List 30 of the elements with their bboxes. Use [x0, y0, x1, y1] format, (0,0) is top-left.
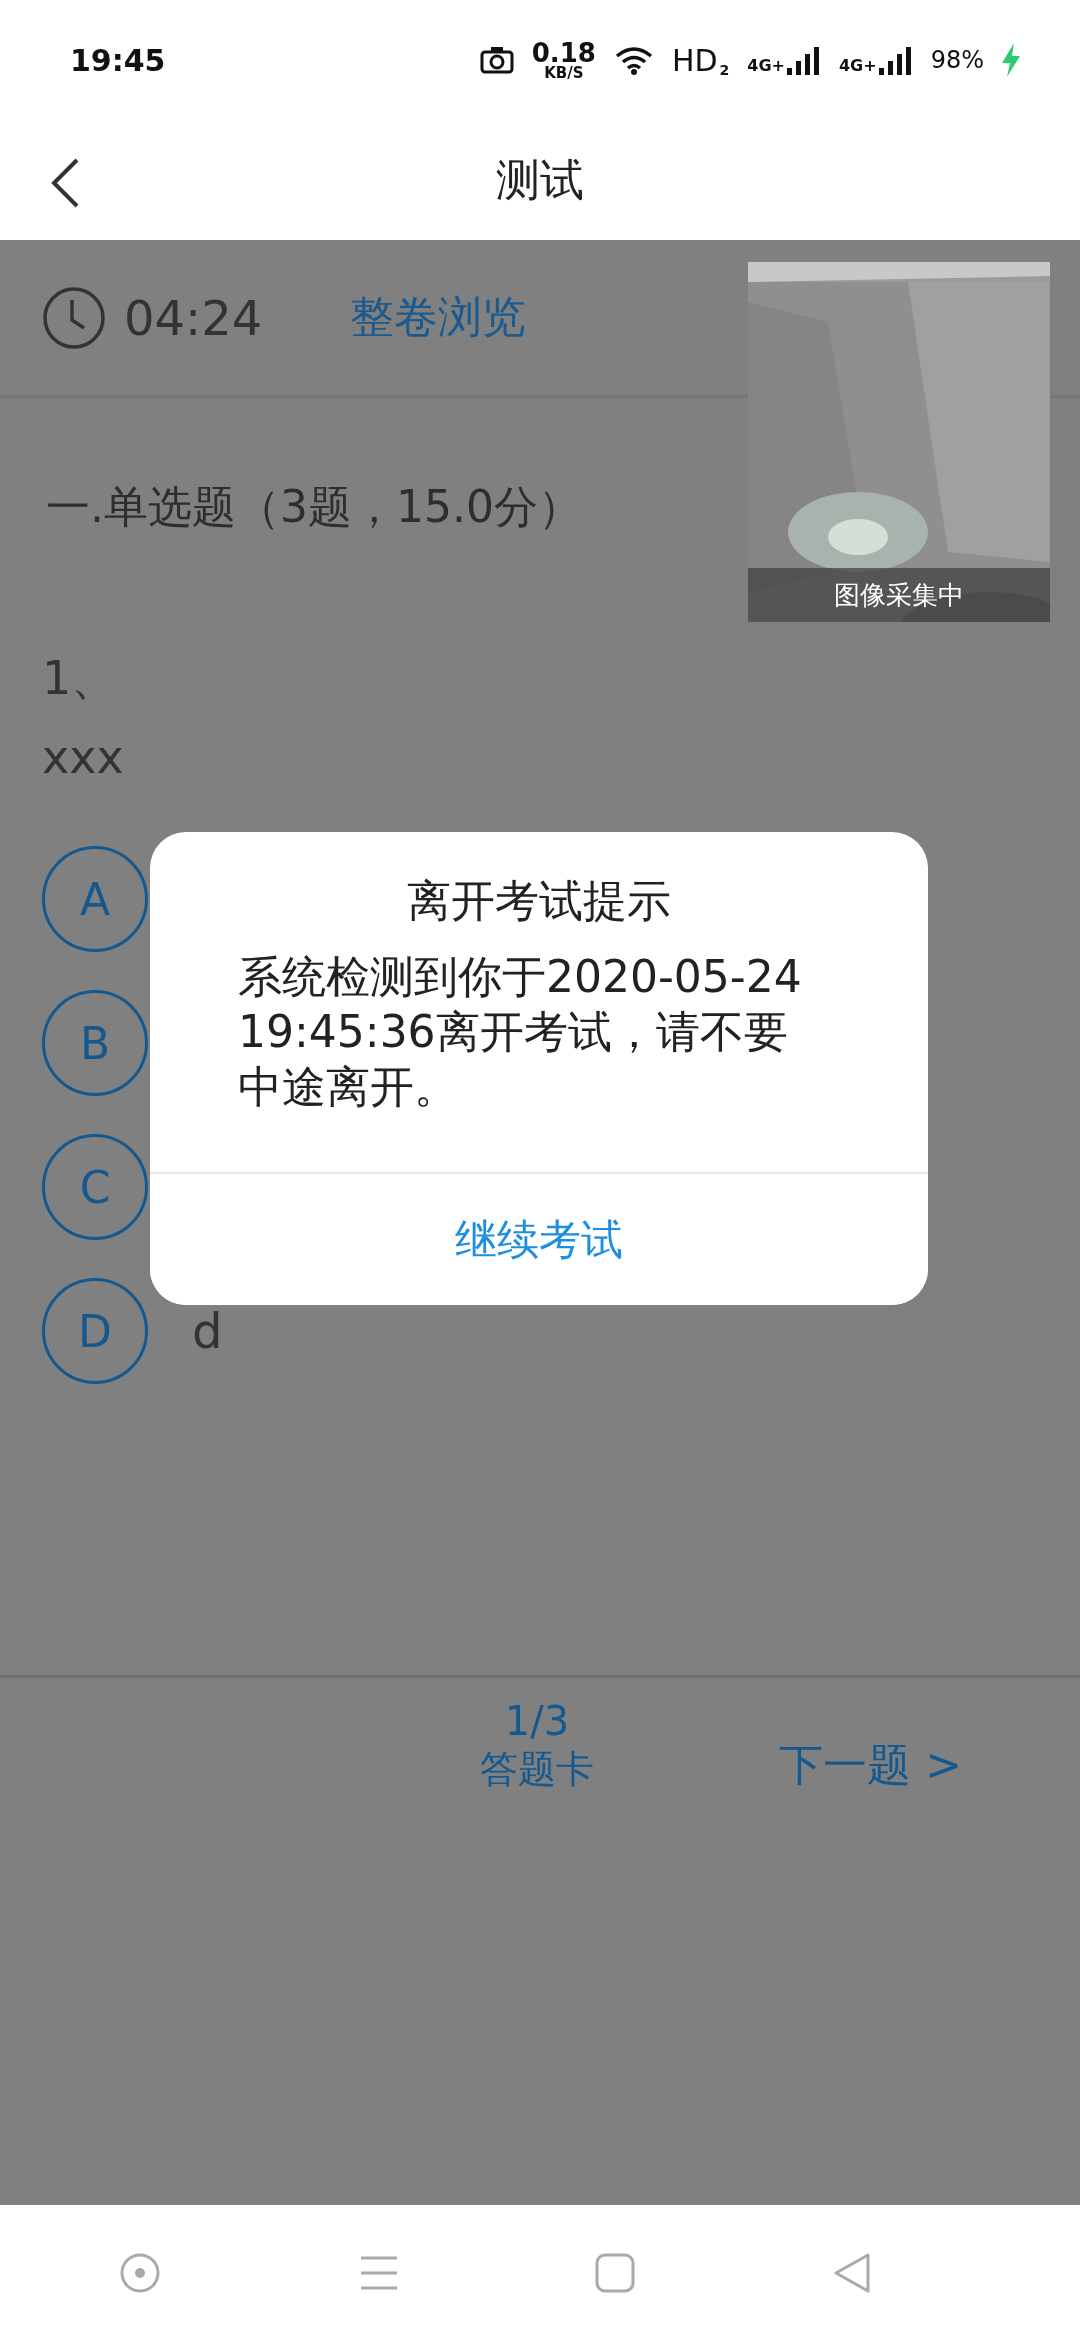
- battery-level: 98%: [930, 46, 984, 74]
- dialog-title: 离开考试提示: [406, 874, 672, 928]
- option-button[interactable]: D: [42, 1278, 148, 1384]
- question-text: xxx: [42, 730, 124, 784]
- option-text: d: [192, 1303, 223, 1359]
- section-title: 一.单选题（3题，15.0分）: [46, 480, 582, 528]
- page-title: 测试: [496, 152, 584, 207]
- hd-label: HD: [671, 42, 718, 78]
- sim-index: 2: [719, 61, 730, 78]
- question-number: 1、: [42, 650, 118, 707]
- signal-icon: [787, 45, 821, 75]
- overview-link[interactable]: 整卷浏览: [350, 288, 527, 347]
- clock-icon: [42, 285, 106, 350]
- menu-icon[interactable]: [358, 2254, 399, 2291]
- home-icon[interactable]: [595, 2252, 636, 2293]
- network-type: 4G+: [747, 56, 785, 75]
- network-type: 4G+: [839, 56, 877, 75]
- next-question-button[interactable]: 下一题 >: [779, 1730, 962, 1800]
- network-speed: 0.18: [531, 39, 596, 66]
- countdown-timer: 04:24: [124, 289, 263, 346]
- continue-exam-button[interactable]: 继续考试: [150, 1172, 928, 1305]
- back-icon[interactable]: [50, 158, 80, 208]
- speed-unit: KB/S: [544, 65, 584, 81]
- camera-icon: [479, 46, 514, 74]
- dialog-message: 系统检测到你于2020-05-24 19:45:36离开考试，请不要中途离开。: [238, 950, 803, 1114]
- answer-card-button[interactable]: 1/3 答题卡: [480, 1698, 594, 1798]
- wifi-icon: [613, 45, 654, 75]
- status-time: 19:45: [70, 42, 166, 78]
- camera-caption: 图像采集中: [748, 568, 1050, 622]
- signal-icon: [878, 45, 913, 75]
